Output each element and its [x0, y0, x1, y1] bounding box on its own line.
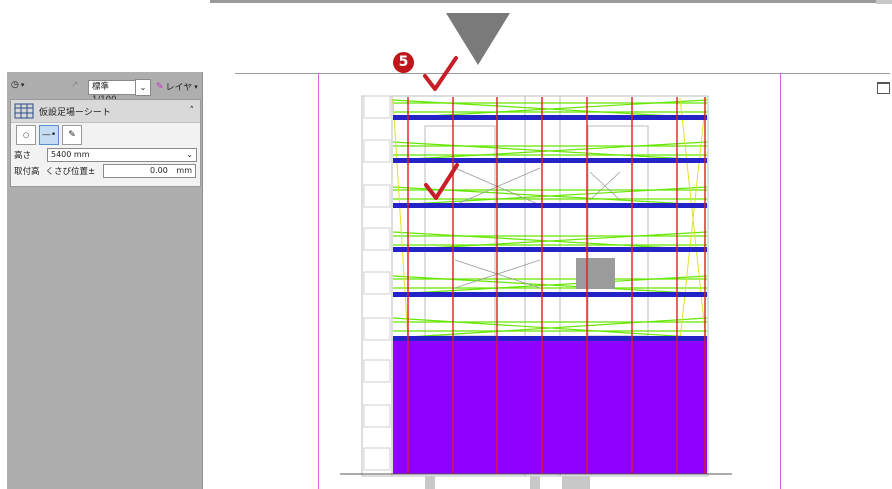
scaffold-sheet: [393, 341, 707, 474]
green-braces: [392, 99, 708, 339]
elevation-drawing: [340, 56, 732, 489]
blue-ledgers: [393, 115, 707, 341]
check-mark-icon: [423, 56, 458, 91]
side-windows: [363, 95, 391, 471]
gray-panel: [576, 258, 615, 289]
yellow-braces: [392, 97, 707, 341]
foundation-blocks: [425, 476, 590, 489]
